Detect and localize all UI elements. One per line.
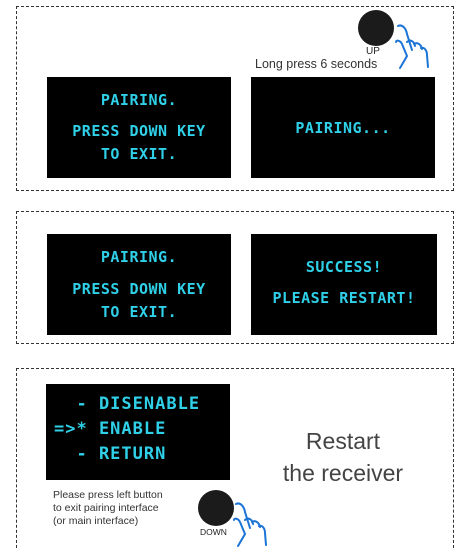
screen-line: TO EXIT. bbox=[100, 303, 178, 321]
hand-pointer-icon bbox=[233, 502, 267, 547]
restart-instruction-line: Restart bbox=[305, 428, 381, 454]
menu-item-disenable: - DISENABLE bbox=[54, 394, 201, 414]
screen-line: PAIRING... bbox=[295, 119, 391, 137]
lcd-screen-pairing: PAIRING. PRESS DOWN KEY TO EXIT. bbox=[47, 234, 231, 335]
hand-pointer-icon bbox=[395, 24, 429, 69]
menu-item-enable: =>* ENABLE bbox=[54, 419, 167, 439]
screen-line: PAIRING. bbox=[100, 91, 178, 109]
lcd-screen-success: SUCCESS! PLEASE RESTART! bbox=[251, 234, 437, 335]
screen-line: TO EXIT. bbox=[100, 145, 178, 163]
lcd-screen-pairing-progress: PAIRING... bbox=[251, 77, 435, 178]
exit-instruction-line: (or main interface) bbox=[53, 515, 139, 527]
restart-instruction-line: the receiver bbox=[282, 460, 404, 486]
up-label: UP bbox=[366, 46, 380, 57]
screen-line: PRESS DOWN KEY bbox=[72, 122, 206, 140]
exit-instruction-line: to exit pairing interface bbox=[53, 502, 159, 514]
lcd-screen-pairing: PAIRING. PRESS DOWN KEY TO EXIT. bbox=[47, 77, 231, 178]
long-press-caption: Long press 6 seconds bbox=[255, 57, 378, 71]
screen-line: SUCCESS! bbox=[305, 258, 383, 276]
screen-line: PRESS DOWN KEY bbox=[72, 280, 206, 298]
down-label: DOWN bbox=[200, 527, 227, 537]
screen-line: PLEASE RESTART! bbox=[272, 289, 416, 307]
up-button[interactable] bbox=[358, 10, 394, 46]
screen-line: PAIRING. bbox=[100, 248, 178, 266]
menu-item-return: - RETURN bbox=[54, 444, 167, 464]
exit-instruction-line: Please press left button bbox=[53, 489, 163, 501]
lcd-screen-menu: - DISENABLE =>* ENABLE - RETURN bbox=[46, 384, 230, 480]
